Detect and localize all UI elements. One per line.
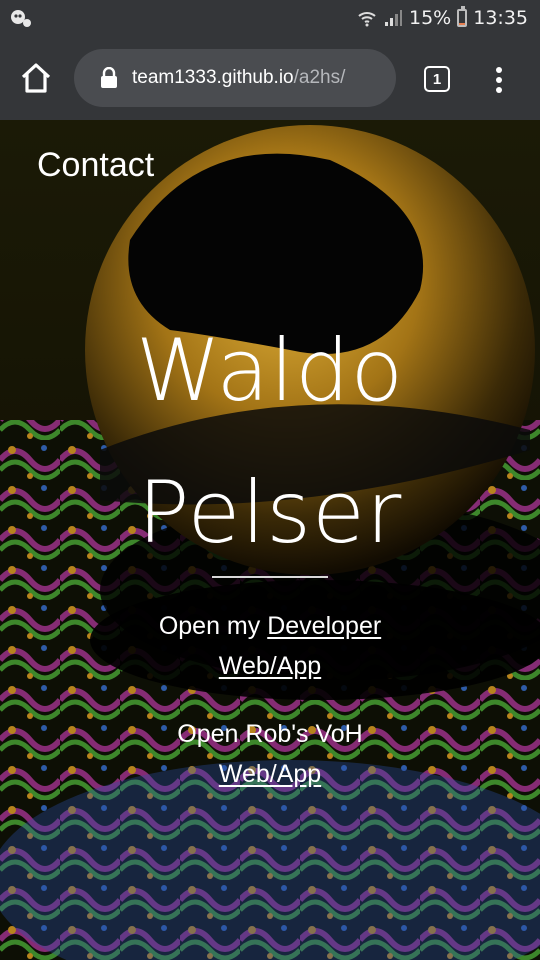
url-host: team1333.github.io	[132, 67, 294, 88]
clock: 13:35	[473, 7, 528, 29]
web-page: Contact Waldo Pelser Open my Developer W…	[0, 120, 540, 960]
browser-toolbar: team1333.github.io/a2hs/ 1	[0, 36, 540, 120]
lock-icon	[101, 67, 117, 88]
address-bar[interactable]: team1333.github.io/a2hs/	[74, 49, 396, 107]
wifi-icon	[358, 12, 376, 27]
title-line-1: Waldo	[135, 321, 405, 421]
voh-link-prefix: Open Rob's VoH	[177, 720, 363, 748]
developer-link-block: Open my Developer Web/App	[0, 606, 540, 686]
overflow-menu-icon[interactable]	[489, 66, 509, 94]
notification-icon	[11, 10, 31, 27]
voh-webapp-link[interactable]: Web/App	[219, 760, 321, 788]
signal-icon	[385, 10, 402, 26]
battery-percent: 15%	[409, 7, 452, 29]
developer-link-prefix: Open my	[158, 612, 261, 640]
url-path: /a2hs/	[293, 67, 346, 88]
battery-icon	[457, 6, 468, 27]
home-icon[interactable]	[18, 60, 54, 96]
status-indicators: 15% 13:35	[357, 0, 528, 36]
tabs-icon[interactable]: 1	[424, 66, 450, 92]
divider	[212, 576, 328, 578]
title-line-2: Pelser	[137, 463, 403, 563]
tab-count: 1	[432, 70, 442, 88]
battery-level	[459, 22, 466, 25]
developer-link[interactable]: Developer	[267, 612, 381, 640]
developer-webapp-link[interactable]: Web/App	[219, 652, 321, 680]
url-text: team1333.github.io/a2hs/	[132, 67, 345, 89]
page-title: Waldo Pelser	[0, 300, 540, 584]
contact-link[interactable]: Contact	[37, 146, 154, 185]
status-bar: 15% 13:35	[0, 0, 540, 36]
voh-link-block: Open Rob's VoH Web/App	[0, 714, 540, 794]
